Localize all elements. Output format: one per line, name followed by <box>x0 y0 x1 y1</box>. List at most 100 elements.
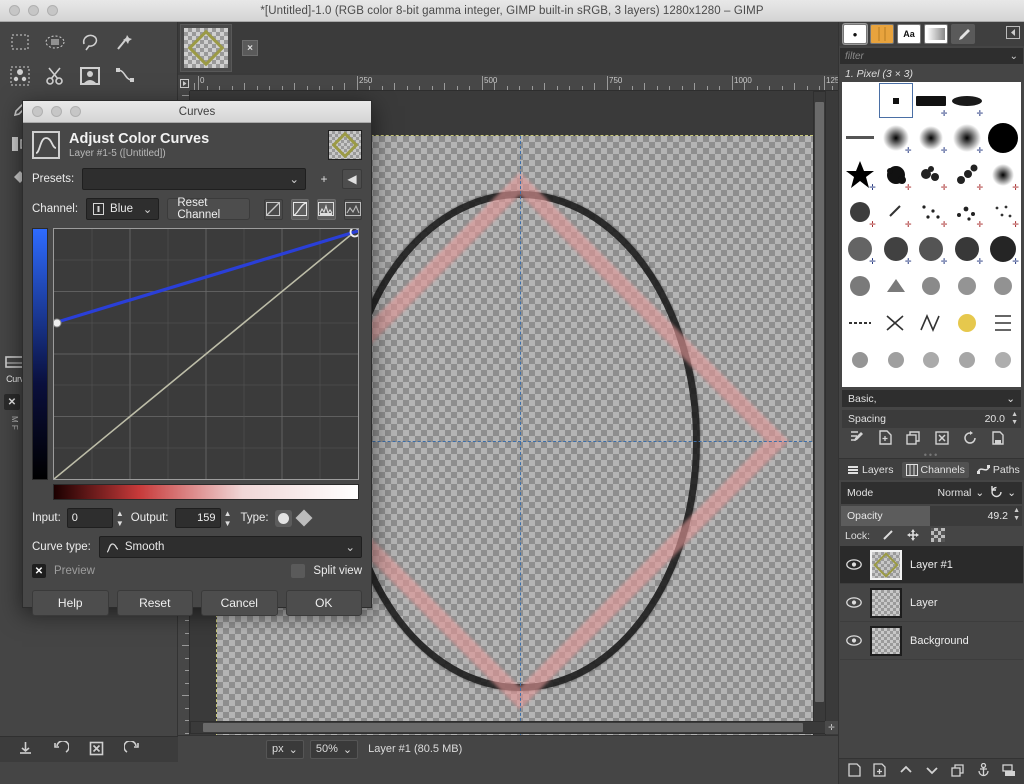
brush-tag-selector[interactable]: Basic, ⌄ <box>842 390 1021 407</box>
layer-mode-row[interactable]: Mode Normal ⌄ ⌄ <box>841 482 1022 504</box>
brush-item[interactable]: ✛ <box>878 119 914 156</box>
brush-item[interactable]: ✛ <box>985 230 1021 267</box>
fonts-tab[interactable]: Aa <box>897 24 921 44</box>
save-icon[interactable] <box>18 741 33 759</box>
brush-item[interactable] <box>949 304 985 341</box>
ok-button[interactable]: OK <box>286 590 363 616</box>
ruler-unit-badge[interactable] <box>178 75 190 91</box>
duplicate-layer-icon[interactable] <box>951 764 965 780</box>
help-button[interactable]: Help <box>32 590 109 616</box>
layer-name[interactable]: Layer <box>910 597 938 609</box>
brush-filter-input[interactable]: filter ⌄ <box>840 48 1023 64</box>
table-row[interactable]: Background <box>840 622 1023 660</box>
brush-item[interactable] <box>985 82 1021 119</box>
foreground-select-tool[interactable] <box>72 59 107 93</box>
redo-icon[interactable] <box>124 741 140 759</box>
brush-item[interactable] <box>985 341 1021 378</box>
brush-item[interactable]: ✛ <box>842 230 878 267</box>
image-tab-thumbnail[interactable] <box>180 24 232 72</box>
lower-layer-icon[interactable] <box>925 764 939 779</box>
refresh-brushes-icon[interactable] <box>963 431 977 448</box>
brush-item[interactable]: ✛ <box>914 193 950 230</box>
dock-resize-grip[interactable]: ••• <box>839 450 1024 458</box>
table-row[interactable]: Layer #1 <box>840 546 1023 584</box>
brush-item[interactable]: ✛ <box>878 193 914 230</box>
free-select-tool[interactable] <box>72 25 107 59</box>
navigation-preview-icon[interactable]: ✛ <box>825 721 838 734</box>
patterns-tab[interactable] <box>870 24 894 44</box>
tab-paths[interactable]: Paths <box>973 462 1024 478</box>
reset-mode-icon[interactable] <box>990 485 1003 501</box>
add-preset-button[interactable]: + <box>314 169 334 189</box>
horizontal-ruler[interactable]: 025050075010001250 <box>190 75 838 91</box>
cancel-button[interactable]: Cancel <box>201 590 278 616</box>
brush-item[interactable]: ✛ <box>914 82 950 119</box>
layer-thumbnail[interactable] <box>870 550 902 580</box>
edit-brush-icon[interactable] <box>849 430 864 448</box>
presets-combo[interactable]: ⌄ <box>82 168 306 190</box>
histogram-linear-icon[interactable] <box>317 199 335 220</box>
brush-item[interactable] <box>842 341 878 378</box>
tab-channels[interactable]: Channels <box>902 462 969 478</box>
brush-item[interactable] <box>949 267 985 304</box>
lock-position-icon[interactable] <box>906 528 920 545</box>
new-layer-group-icon[interactable] <box>873 763 887 780</box>
opacity-stepper[interactable]: ▲▼ <box>1013 507 1020 523</box>
brush-item[interactable] <box>914 267 950 304</box>
brush-item[interactable] <box>842 82 878 119</box>
brush-item[interactable]: ✛ <box>914 156 950 193</box>
scissors-select-tool[interactable] <box>37 59 72 93</box>
paths-tool[interactable] <box>107 59 142 93</box>
table-row[interactable]: Layer <box>840 584 1023 622</box>
brush-item[interactable]: ✛ <box>914 230 950 267</box>
zoom-selector[interactable]: 50% ⌄ <box>310 740 358 759</box>
brush-item-star[interactable]: ✛ <box>842 156 878 193</box>
gradients-tab[interactable] <box>924 24 948 44</box>
scrollbar-thumb[interactable] <box>203 723 803 732</box>
brush-item[interactable] <box>878 341 914 378</box>
brush-item[interactable] <box>985 304 1021 341</box>
point-type-corner-button[interactable] <box>295 510 312 527</box>
chevron-down-icon[interactable]: ⌄ <box>1006 393 1015 405</box>
layer-visibility-icon[interactable] <box>846 597 862 608</box>
brush-item[interactable] <box>914 304 950 341</box>
brush-item[interactable] <box>985 119 1021 156</box>
output-stepper[interactable]: ▲▼ <box>224 509 232 529</box>
brush-grid[interactable]: ✛ ✛ ✛ ✛ ✛ <box>842 82 1021 387</box>
preview-checkbox[interactable]: ✕ <box>32 564 46 578</box>
brush-spacing-slider[interactable]: Spacing 20.0 ▲▼ <box>842 410 1021 428</box>
unit-selector[interactable]: px ⌄ <box>266 740 304 759</box>
canvas-vertical-scrollbar[interactable] <box>813 91 826 741</box>
output-field[interactable]: 159 ▲▼ <box>175 508 221 528</box>
curve-type-combo[interactable]: Smooth ⌄ <box>99 536 362 558</box>
dock-menu-icon[interactable] <box>1006 26 1020 42</box>
raise-layer-icon[interactable] <box>899 764 913 779</box>
scrollbar-thumb[interactable] <box>815 102 824 702</box>
preset-menu-button[interactable]: ◀ <box>342 169 362 189</box>
brush-item[interactable] <box>842 119 878 156</box>
brush-item[interactable]: ✛ <box>949 82 985 119</box>
layer-name[interactable]: Background <box>910 635 969 647</box>
chevron-down-icon[interactable]: ⌄ <box>1007 487 1016 499</box>
layer-visibility-icon[interactable] <box>846 635 862 646</box>
linear-curve-icon[interactable] <box>264 199 282 220</box>
chevron-down-icon[interactable]: ⌄ <box>1010 51 1018 62</box>
lock-pixels-icon[interactable] <box>881 528 895 545</box>
rect-select-tool[interactable] <box>2 25 37 59</box>
brush-item[interactable] <box>878 304 914 341</box>
delete-brush-icon[interactable] <box>935 431 949 448</box>
layer-thumbnail[interactable] <box>870 588 902 618</box>
curve-graph[interactable] <box>53 228 359 480</box>
brush-item[interactable]: ✛ <box>949 119 985 156</box>
layer-thumbnail[interactable] <box>870 626 902 656</box>
brush-item[interactable]: ✛ <box>949 193 985 230</box>
brush-item[interactable]: ✛ <box>842 193 878 230</box>
layer-name[interactable]: Layer #1 <box>910 559 953 571</box>
brush-item[interactable]: ✛ <box>985 193 1021 230</box>
brush-item[interactable]: ✛ <box>949 230 985 267</box>
by-color-select-tool[interactable] <box>2 59 37 93</box>
open-brush-folder-icon[interactable] <box>991 431 1005 448</box>
layer-visibility-icon[interactable] <box>846 559 862 570</box>
ellipse-select-tool[interactable] <box>37 25 72 59</box>
channel-combo[interactable]: Blue ⌄ <box>86 198 159 220</box>
